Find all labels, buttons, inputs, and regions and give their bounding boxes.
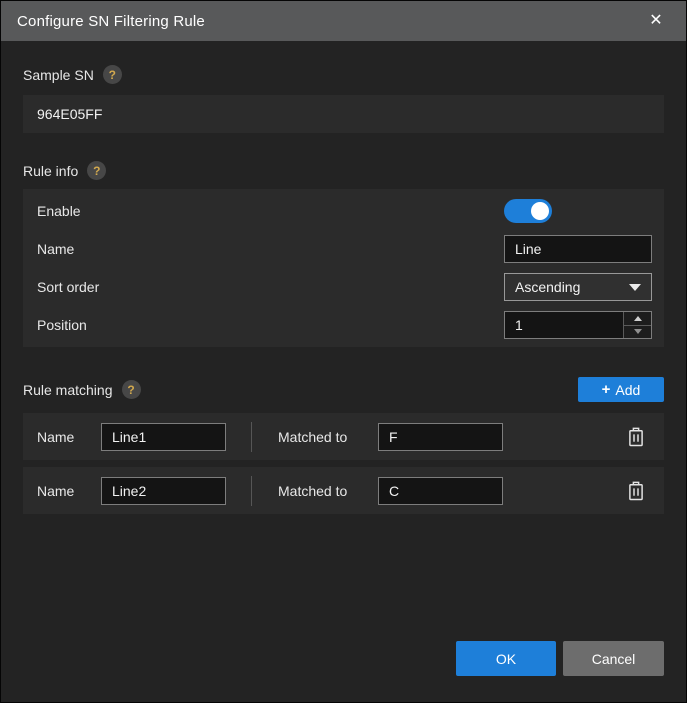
name-row: Name [37, 230, 652, 268]
trash-icon [629, 427, 643, 446]
dialog-body: Sample SN ? 964E05FF Rule info ? Enable … [1, 41, 686, 702]
sort-order-dropdown[interactable]: Ascending [504, 273, 652, 301]
match-row-2: Name Matched to [23, 467, 664, 514]
sort-order-row: Sort order Ascending [37, 268, 652, 306]
match-name-label: Name [37, 482, 75, 499]
enable-row: Enable [37, 192, 652, 230]
spin-down-button[interactable] [624, 326, 651, 339]
position-spinbox [504, 311, 652, 339]
position-label: Position [37, 317, 87, 333]
matched-to-input-2[interactable] [378, 476, 503, 505]
dialog-title: Configure SN Filtering Rule [17, 12, 205, 30]
delete-row-button-1[interactable] [624, 425, 648, 449]
chevron-down-icon [629, 283, 641, 291]
vertical-divider [251, 421, 252, 452]
configure-sn-filtering-rule-dialog: Configure SN Filtering Rule ✕ Sample SN … [0, 0, 687, 703]
arrow-up-icon [633, 315, 642, 321]
sort-order-label: Sort order [37, 279, 100, 295]
plus-icon: + [601, 381, 611, 398]
sort-order-selected-value: Ascending [515, 279, 581, 295]
position-row: Position [37, 306, 652, 344]
rule-info-header: Rule info ? [23, 161, 664, 180]
match-name-label: Name [37, 428, 75, 445]
name-label: Name [37, 241, 75, 257]
rule-matching-label: Rule matching [23, 381, 113, 398]
vertical-divider [251, 475, 252, 506]
match-name-input-2[interactable] [101, 476, 226, 505]
sample-sn-label: Sample SN [23, 66, 94, 83]
name-input[interactable] [504, 235, 652, 263]
enable-toggle[interactable] [504, 199, 552, 223]
add-button-label: Add [615, 381, 641, 398]
rule-info-panel: Enable Name Sort order Ascending [23, 189, 664, 347]
arrow-down-icon [633, 329, 642, 335]
position-spin-buttons [623, 312, 651, 338]
sample-sn-value: 964E05FF [23, 95, 664, 133]
add-button[interactable]: + Add [578, 377, 664, 402]
position-input[interactable] [505, 312, 623, 338]
sample-sn-header: Sample SN ? [23, 65, 664, 84]
ok-button[interactable]: OK [456, 641, 556, 676]
trash-icon [629, 481, 643, 500]
toggle-knob [531, 202, 549, 220]
title-bar: Configure SN Filtering Rule ✕ [1, 1, 686, 41]
sample-sn-help-icon[interactable]: ? [102, 65, 122, 84]
cancel-button[interactable]: Cancel [563, 641, 664, 676]
enable-label: Enable [37, 203, 81, 219]
spin-up-button[interactable] [624, 312, 651, 326]
match-name-input-1[interactable] [101, 422, 226, 451]
matched-to-label: Matched to [278, 482, 348, 499]
rule-info-label: Rule info [23, 162, 79, 179]
rule-info-help-icon[interactable]: ? [87, 161, 107, 180]
rule-matching-help-icon[interactable]: ? [121, 380, 141, 399]
footer: OK Cancel [23, 641, 664, 676]
matched-to-input-1[interactable] [378, 422, 503, 451]
match-row-1: Name Matched to [23, 413, 664, 460]
matched-to-label: Matched to [278, 428, 348, 445]
rule-matching-header: Rule matching ? + Add [23, 377, 664, 402]
delete-row-button-2[interactable] [624, 479, 648, 503]
close-icon[interactable]: ✕ [642, 7, 670, 35]
